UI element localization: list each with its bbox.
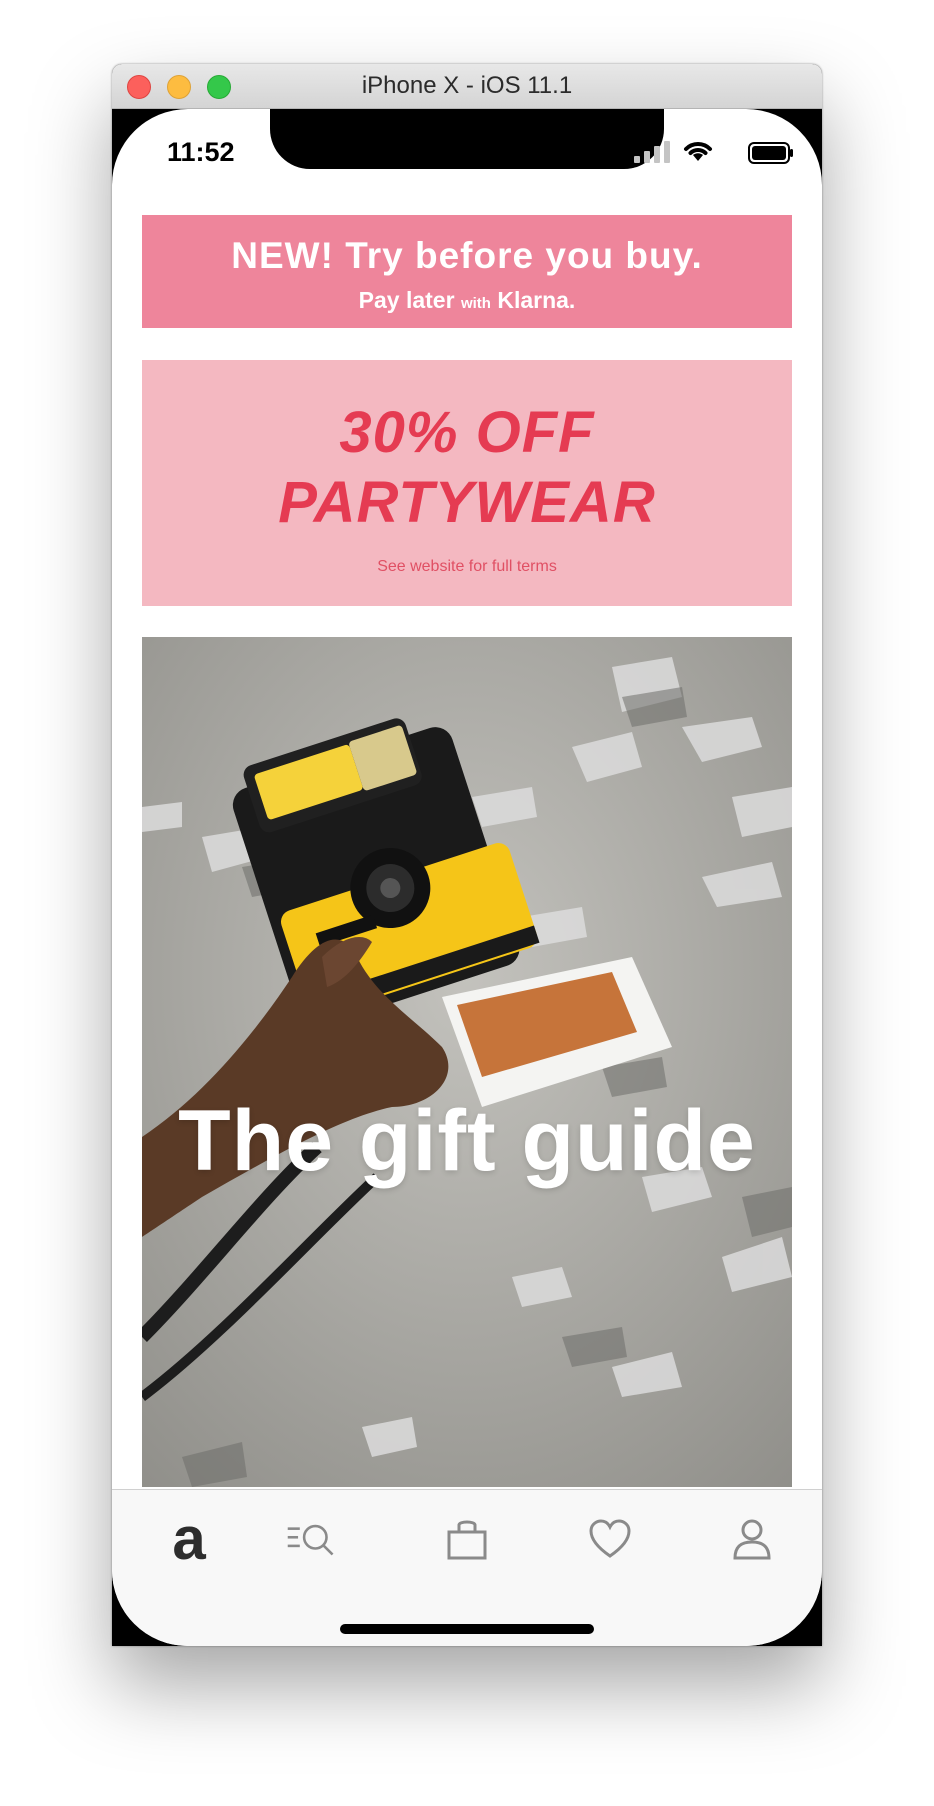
battery-icon: [748, 142, 793, 164]
bag-icon: [447, 1520, 487, 1560]
search-list-icon: [287, 1524, 334, 1556]
bottom-tab-bar: a: [112, 1489, 822, 1646]
polaroid-camera-image: [142, 637, 792, 1487]
pay-later-text: Pay later: [358, 287, 455, 313]
hero-title: The gift guide: [178, 1093, 756, 1189]
tab-account[interactable]: [727, 1514, 777, 1564]
gift-guide-hero[interactable]: The gift guide: [142, 637, 792, 1487]
heart-icon: [589, 1519, 631, 1558]
sale-terms-text: See website for full terms: [377, 558, 557, 575]
klarna-subline: Pay later with Klarna.: [142, 287, 792, 314]
with-text: with: [460, 295, 491, 312]
status-time: 11:52: [167, 137, 235, 167]
sale-category-text: PARTYWEAR: [278, 470, 656, 535]
window-titlebar: iPhone X - iOS 11.1: [112, 64, 822, 109]
klarna-brand-text: Klarna.: [497, 287, 576, 313]
partywear-sale-banner[interactable]: 30% OFF PARTYWEAR See website for full t…: [142, 360, 792, 606]
klarna-headline: NEW! Try before you buy.: [231, 235, 703, 276]
tab-bag[interactable]: [442, 1514, 492, 1564]
klarna-promo-banner[interactable]: NEW! Try before you buy. Pay later with …: [142, 215, 792, 328]
tab-home[interactable]: a: [164, 1505, 214, 1572]
home-icon: a: [172, 1505, 206, 1572]
tab-saved[interactable]: [585, 1514, 635, 1564]
home-indicator[interactable]: [340, 1624, 594, 1634]
cellular-signal-icon: [634, 141, 670, 163]
phone-screen: 11:52 NEW! Try before you buy. Pay later…: [112, 109, 822, 1646]
simulator-window: iPhone X - iOS 11.1 11:52 NEW! Try befor…: [112, 64, 822, 1646]
app-display: 11:52 NEW! Try before you buy. Pay later…: [112, 109, 822, 1646]
device-notch: [270, 109, 664, 169]
wifi-icon: [684, 142, 712, 161]
tab-search[interactable]: [286, 1514, 336, 1564]
window-title: iPhone X - iOS 11.1: [361, 72, 573, 99]
sale-discount-text: 30% OFF: [339, 400, 595, 465]
account-icon: [733, 1519, 771, 1560]
